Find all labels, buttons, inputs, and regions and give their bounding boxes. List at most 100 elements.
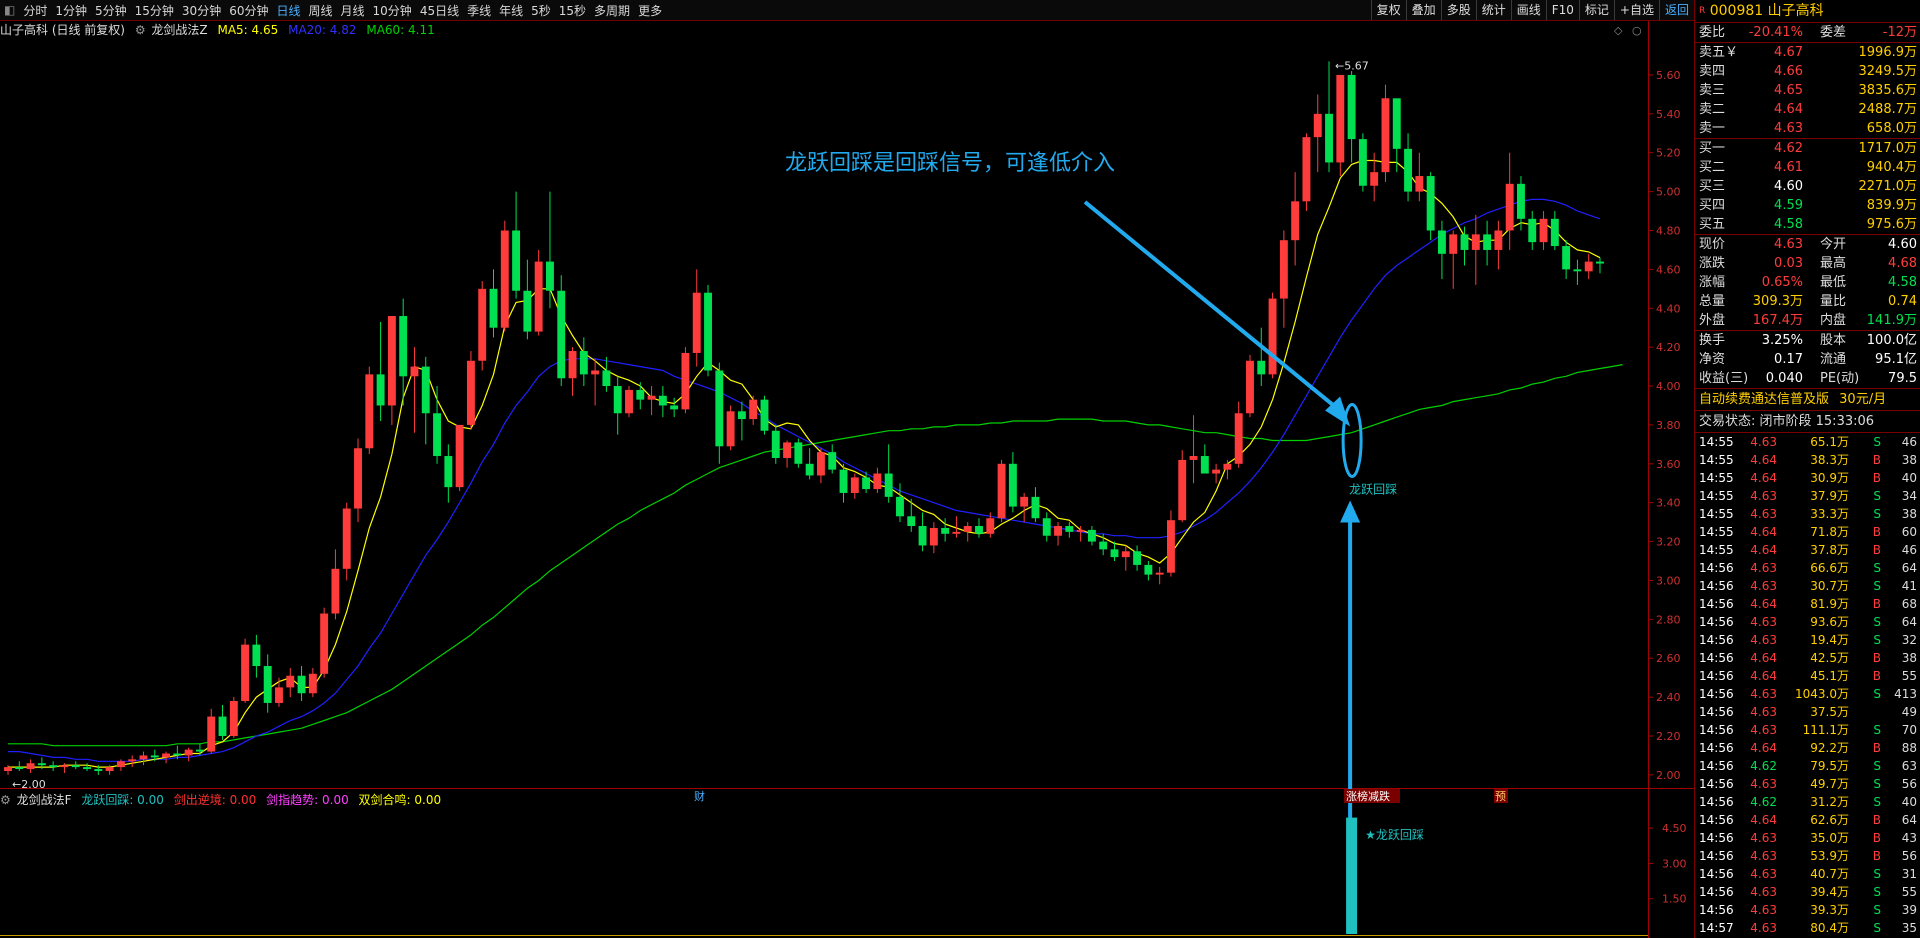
tick-volume: 62.6万 — [1810, 813, 1849, 827]
ask-price: 4.67 — [1774, 45, 1803, 60]
tick-time: 14:56 — [1699, 633, 1734, 647]
tick-volume: 81.9万 — [1810, 597, 1849, 611]
tick-price: 4.63 — [1750, 723, 1777, 737]
tick-row: 14:56 4.63 93.6万 S 64 — [1695, 613, 1920, 631]
y-tick-label-7: 4.20 — [1656, 341, 1681, 354]
candle-body — [1449, 234, 1458, 254]
candle-134 — [1517, 176, 1525, 231]
tick-row: 14:56 4.64 42.5万 B 38 — [1695, 649, 1920, 667]
candle-73 — [828, 444, 837, 474]
tick-row: 14:55 4.63 37.9万 S 34 — [1695, 487, 1920, 505]
candle-body — [1178, 459, 1187, 521]
tick-side: S — [1873, 579, 1881, 593]
y-tick-label-6: 4.40 — [1656, 302, 1681, 315]
candle-107 — [1212, 463, 1221, 484]
tick-price: 4.64 — [1750, 543, 1777, 557]
candle-body — [1031, 496, 1040, 519]
fund-value: 0.040 — [1765, 371, 1803, 386]
indicator-name[interactable]: 龙剑战法F — [17, 793, 72, 807]
tick-count: 64 — [1901, 615, 1917, 629]
candle-body — [862, 477, 871, 490]
ask-row-2: 卖三 4.65 3835.6万 — [1695, 81, 1920, 100]
stat-value: 309.3万 — [1752, 294, 1803, 309]
tick-row: 14:55 4.64 38.3万 B 38 — [1695, 451, 1920, 469]
candle-body — [884, 473, 893, 497]
tick-price: 4.63 — [1750, 435, 1777, 449]
tick-count: 56 — [1901, 777, 1917, 791]
candle-89 — [1008, 452, 1017, 513]
bid-volume: 940.4万 — [1866, 160, 1917, 175]
candle-body — [613, 386, 622, 414]
tick-count: 64 — [1901, 813, 1917, 827]
candle-45 — [512, 191, 521, 299]
y-tick-label-5: 4.60 — [1656, 263, 1681, 276]
fund-label: 股本 — [1820, 333, 1847, 348]
r-badge: R — [1699, 6, 1706, 16]
candle-58 — [658, 386, 667, 418]
tick-row: 14:56 4.63 111.1万 S 70 — [1695, 721, 1920, 739]
fundamental-stats: 换手 3.25% 股本 100.0亿 净资 0.17 流通 95.1亿 收益(三) 0.040 PE… — [1695, 330, 1920, 388]
candle-body — [816, 452, 825, 476]
fund-value: 3.25% — [1761, 333, 1803, 348]
candle-46 — [523, 259, 532, 340]
candle-body — [376, 374, 385, 406]
tick-time: 14:55 — [1699, 435, 1734, 449]
promo-banner[interactable]: 自动续费通达信普及版 30元/月 — [1695, 388, 1920, 411]
candle-77 — [873, 467, 882, 493]
candle-body — [918, 526, 927, 546]
tick-count: 34 — [1901, 489, 1917, 503]
candle-43 — [489, 269, 498, 338]
tick-side: B — [1872, 651, 1881, 665]
tick-volume: 92.2万 — [1810, 741, 1849, 755]
candle-104 — [1178, 450, 1187, 523]
tick-side: B — [1872, 525, 1881, 539]
candle-body — [1121, 551, 1130, 558]
candle-30 — [342, 502, 351, 581]
ind-tick-label-2: 1.50 — [1662, 893, 1687, 906]
tick-row: 14:56 4.63 53.9万 B 56 — [1695, 847, 1920, 865]
candle-body — [1483, 234, 1492, 250]
tick-price: 4.63 — [1750, 831, 1777, 845]
candle-64 — [726, 405, 735, 451]
tick-price: 4.63 — [1750, 777, 1777, 791]
candle-body — [839, 469, 848, 493]
candle-body — [952, 531, 961, 534]
tick-count: 55 — [1901, 669, 1917, 683]
ma60-line — [8, 364, 1623, 747]
candle-body — [26, 763, 35, 770]
tick-count: 39 — [1901, 903, 1917, 917]
promo-price: 30元/月 — [1839, 392, 1887, 407]
tick-time: 14:56 — [1699, 615, 1734, 629]
y-tick-label-3: 5.00 — [1656, 186, 1681, 199]
ask-label: 卖一 — [1699, 121, 1726, 136]
tick-row: 14:56 4.64 62.6万 B 64 — [1695, 811, 1920, 829]
candle-body — [1268, 298, 1277, 375]
tick-row: 14:56 4.63 39.4万 S 55 — [1695, 883, 1920, 901]
candle-1 — [15, 761, 24, 772]
candle-41 — [466, 351, 475, 429]
tick-price: 4.63 — [1750, 615, 1777, 629]
tick-price: 4.63 — [1750, 705, 1777, 719]
candle-body — [963, 526, 972, 532]
diamond-icon[interactable]: ◇ — [1614, 24, 1623, 37]
candle-body — [1166, 520, 1175, 573]
tick-time: 14:56 — [1699, 759, 1734, 773]
circle-icon[interactable]: ○ — [1632, 24, 1642, 37]
tick-price: 4.63 — [1750, 885, 1777, 899]
marker-cai[interactable]: 财 — [694, 789, 705, 803]
indicator-signal-bar — [1346, 817, 1358, 934]
candle-48 — [546, 191, 554, 309]
candle-6 — [71, 761, 80, 770]
bid-label: 买四 — [1699, 198, 1726, 213]
candle-body — [421, 366, 430, 414]
candle-body — [433, 413, 442, 457]
tick-count: 32 — [1901, 633, 1917, 647]
candle-118 — [1336, 74, 1345, 177]
gear-icon[interactable]: ⚙ — [0, 793, 11, 807]
stat-value: 0.03 — [1774, 256, 1803, 271]
tick-list[interactable]: 14:55 4.63 65.1万 S 46 14:55 4.64 38.3万 B 38 14:55 4… — [1695, 433, 1920, 937]
marker-yu[interactable]: 预 — [1495, 790, 1506, 803]
marker-zhang[interactable]: 涨榜减跌 — [1346, 789, 1390, 803]
candle-34 — [387, 316, 396, 425]
stat-value: 4.60 — [1888, 237, 1917, 252]
